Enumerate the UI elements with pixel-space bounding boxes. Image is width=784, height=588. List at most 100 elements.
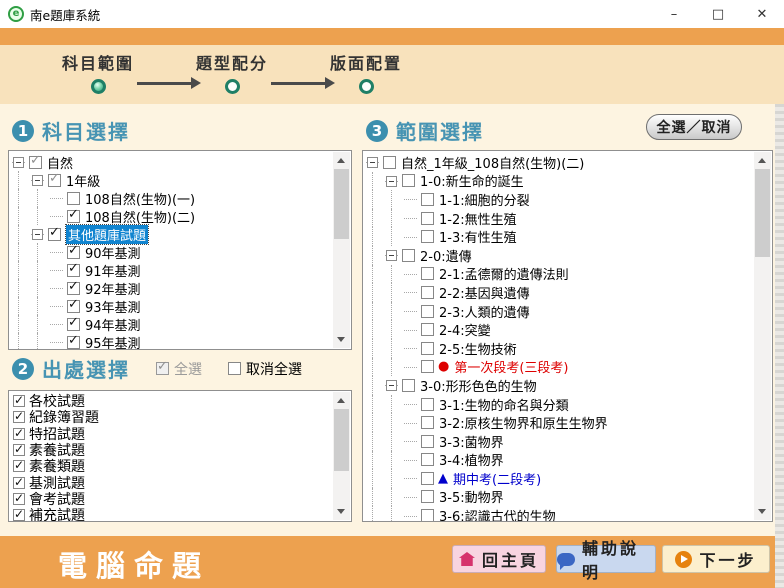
subject-tree-row[interactable]: 94年基測	[11, 315, 332, 333]
checkbox[interactable]	[67, 336, 80, 349]
checkbox[interactable]	[13, 395, 25, 407]
checkbox[interactable]	[67, 282, 80, 295]
scroll-thumb[interactable]	[334, 169, 349, 239]
checkbox[interactable]	[421, 453, 434, 466]
checkbox[interactable]	[13, 428, 25, 440]
scope-tree-row[interactable]: ▲期中考(二段考)	[365, 469, 753, 488]
scope-tree-row[interactable]: 3-6:認識古代的生物	[365, 506, 753, 521]
checkbox[interactable]	[421, 230, 434, 243]
checkbox[interactable]	[13, 493, 25, 505]
home-button[interactable]: 回主頁	[452, 545, 546, 573]
checkbox[interactable]	[67, 192, 80, 205]
scroll-track[interactable]	[754, 169, 771, 503]
scope-tree-row[interactable]: 1-1:細胞的分裂	[365, 190, 753, 209]
checkbox[interactable]	[421, 435, 434, 448]
checkbox[interactable]	[29, 156, 42, 169]
checkbox[interactable]	[48, 174, 61, 187]
scroll-track[interactable]	[333, 169, 350, 331]
collapse-expander-icon[interactable]	[384, 246, 400, 265]
tree-node-label[interactable]: 1-2:無性生殖	[439, 209, 517, 228]
next-step-button[interactable]: 下一步	[662, 545, 770, 573]
scope-tree-row[interactable]: 1-2:無性生殖	[365, 209, 753, 228]
tree-node-label[interactable]: 94年基測	[85, 315, 141, 334]
tree-node-label[interactable]: 108自然(生物)(二)	[85, 207, 195, 226]
scroll-thumb[interactable]	[334, 409, 349, 471]
scope-tree-row[interactable]: 2-3:人類的遺傳	[365, 302, 753, 321]
checkbox[interactable]	[402, 249, 415, 262]
tree-node-label[interactable]: 1-1:細胞的分裂	[439, 190, 530, 209]
tree-node-label[interactable]: 2-4:突變	[439, 320, 491, 339]
checkbox[interactable]	[13, 444, 25, 456]
maximize-button[interactable]: □	[696, 0, 740, 28]
scope-tree-row[interactable]: 3-0:形形色色的生物	[365, 376, 753, 395]
checkbox[interactable]	[421, 286, 434, 299]
scope-tree-row[interactable]: 2-1:孟德爾的遺傳法則	[365, 265, 753, 284]
checkbox[interactable]	[67, 264, 80, 277]
select-all-checkbox[interactable]	[156, 362, 169, 375]
subject-tree-row[interactable]: 108自然(生物)(二)	[11, 207, 332, 225]
scope-tree-row[interactable]: ●第一次段考(三段考)	[365, 358, 753, 377]
tree-node-label[interactable]: 1-3:有性生殖	[439, 227, 517, 246]
tree-node-label[interactable]: 3-2:原核生物界和原生生物界	[439, 413, 608, 432]
scope-tree-row[interactable]: 3-5:動物界	[365, 488, 753, 507]
scroll-up-icon[interactable]	[333, 392, 350, 409]
checkbox[interactable]	[67, 318, 80, 331]
scope-tree-row[interactable]: 3-4:植物界	[365, 451, 753, 470]
scroll-down-icon[interactable]	[333, 331, 350, 348]
tree-node-label[interactable]: 期中考(二段考)	[453, 469, 541, 488]
checkbox[interactable]	[421, 490, 434, 503]
subject-tree-row[interactable]: 108自然(生物)(一)	[11, 189, 332, 207]
scroll-down-icon[interactable]	[333, 503, 350, 520]
checkbox[interactable]	[421, 398, 434, 411]
collapse-expander-icon[interactable]	[11, 153, 27, 171]
tree-node-label[interactable]: 2-0:遺傳	[420, 246, 472, 265]
checkbox[interactable]	[421, 193, 434, 206]
scope-tree-row[interactable]: 2-0:遺傳	[365, 246, 753, 265]
select-all-toggle-button[interactable]: 全選／取消	[646, 114, 742, 140]
subject-tree-row[interactable]: 自然	[11, 153, 332, 171]
minimize-button[interactable]: –	[652, 0, 696, 28]
tree-node-label[interactable]: 3-6:認識古代的生物	[439, 506, 556, 521]
scope-tree-row[interactable]: 1-0:新生命的誕生	[365, 172, 753, 191]
scope-tree-row[interactable]: 自然_1年級_108自然(生物)(二)	[365, 153, 753, 172]
tree-node-label[interactable]: 自然_1年級_108自然(生物)(二)	[401, 153, 584, 172]
checkbox[interactable]	[383, 156, 396, 169]
tree-node-label[interactable]: 2-3:人類的遺傳	[439, 302, 530, 321]
scope-tree-row[interactable]: 2-2:基因與遺傳	[365, 283, 753, 302]
scope-tree-row[interactable]: 3-2:原核生物界和原生生物界	[365, 413, 753, 432]
checkbox[interactable]	[402, 174, 415, 187]
checkbox[interactable]	[421, 416, 434, 429]
collapse-expander-icon[interactable]	[30, 225, 46, 243]
checkbox[interactable]	[421, 472, 434, 485]
tree-node-label[interactable]: 2-2:基因與遺傳	[439, 283, 530, 302]
scope-tree-scrollbar[interactable]	[754, 152, 771, 520]
step-1[interactable]: 科目範圍	[62, 50, 134, 94]
checkbox[interactable]	[421, 305, 434, 318]
checkbox[interactable]	[13, 477, 25, 489]
tree-node-label[interactable]: 其他題庫試題	[66, 225, 148, 244]
checkbox[interactable]	[421, 267, 434, 280]
subject-tree-row[interactable]: 90年基測	[11, 243, 332, 261]
checkbox[interactable]	[421, 323, 434, 336]
tree-node-label[interactable]: 3-5:動物界	[439, 487, 504, 506]
collapse-expander-icon[interactable]	[384, 172, 400, 191]
scroll-up-icon[interactable]	[333, 152, 350, 169]
source-list-item[interactable]: 補充試題	[11, 507, 332, 521]
tree-node-label[interactable]: 91年基測	[85, 261, 141, 280]
checkbox[interactable]	[402, 379, 415, 392]
step-2[interactable]: 題型配分	[196, 50, 268, 94]
checkbox[interactable]	[421, 212, 434, 225]
collapse-expander-icon[interactable]	[365, 153, 381, 172]
tree-node-label[interactable]: 第一次段考(三段考)	[454, 357, 568, 376]
tree-node-label[interactable]: 3-4:植物界	[439, 450, 504, 469]
tree-node-label[interactable]: 95年基測	[85, 333, 141, 350]
checkbox[interactable]	[13, 411, 25, 423]
tree-node-label[interactable]: 93年基測	[85, 297, 141, 316]
checkbox[interactable]	[67, 246, 80, 259]
scroll-up-icon[interactable]	[754, 152, 771, 169]
scroll-thumb[interactable]	[755, 169, 770, 257]
tree-node-label[interactable]: 1年級	[66, 171, 100, 190]
tree-node-label[interactable]: 1-0:新生命的誕生	[420, 171, 524, 190]
tree-node-label[interactable]: 90年基測	[85, 243, 141, 262]
scope-tree-row[interactable]: 2-5:生物技術	[365, 339, 753, 358]
